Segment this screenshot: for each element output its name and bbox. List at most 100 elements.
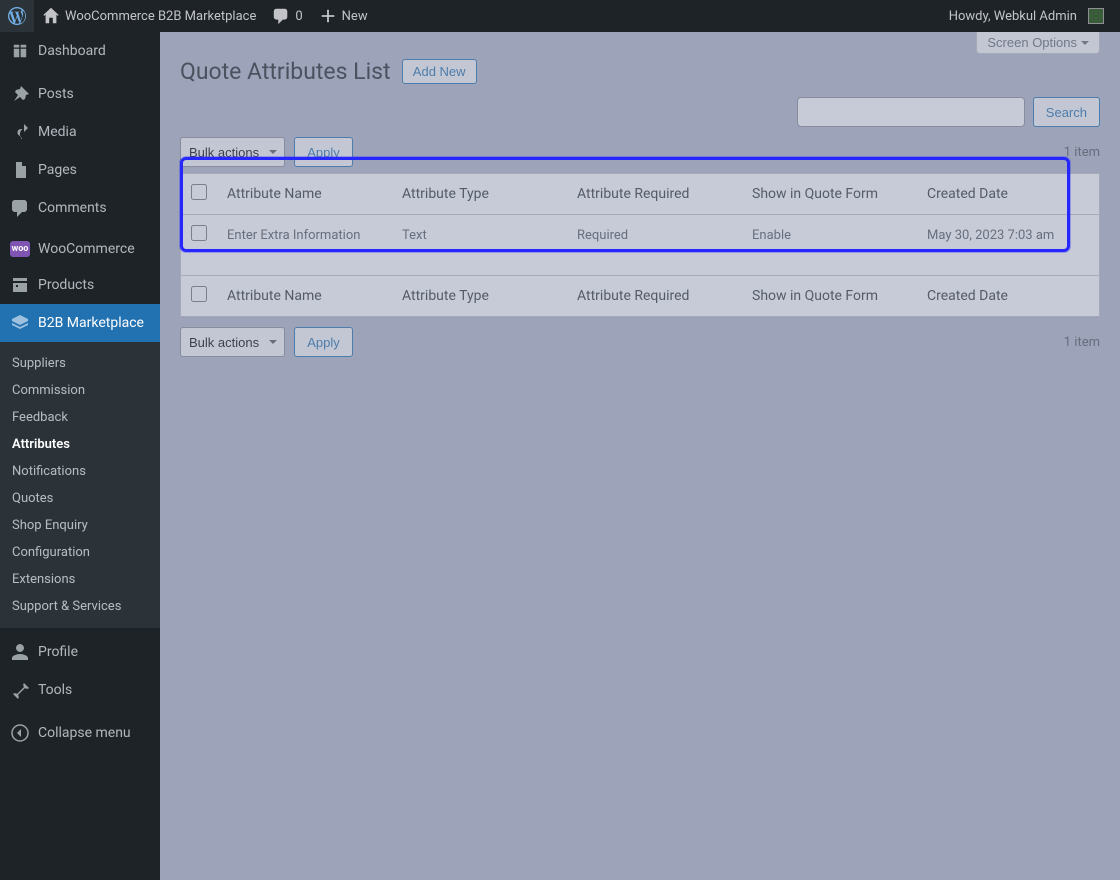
col-header-created[interactable]: Created Date [917, 174, 1099, 215]
menu-label: Products [38, 277, 94, 293]
my-account[interactable]: Howdy, Webkul Admin [941, 0, 1112, 32]
submenu-quotes[interactable]: Quotes [0, 485, 160, 512]
menu-pages[interactable]: Pages [0, 151, 160, 189]
home-icon [42, 7, 60, 25]
comments-count: 0 [295, 9, 302, 24]
apply-button-top[interactable]: Apply [294, 137, 353, 167]
col-footer-required[interactable]: Attribute Required [567, 275, 742, 316]
menu-profile[interactable]: Profile [0, 633, 160, 671]
submenu-attributes[interactable]: Attributes [0, 431, 160, 458]
admin-menu: Dashboard Posts Media Pages Comments woo… [0, 32, 160, 880]
search-button[interactable]: Search [1033, 97, 1100, 127]
menu-label: Pages [38, 162, 77, 178]
comments-link[interactable]: 0 [264, 0, 310, 32]
col-header-name[interactable]: Attribute Name [217, 174, 392, 215]
col-footer-show[interactable]: Show in Quote Form [742, 275, 917, 316]
submenu-extensions[interactable]: Extensions [0, 566, 160, 593]
menu-dashboard[interactable]: Dashboard [0, 32, 160, 70]
cell-name[interactable]: Enter Extra Information [217, 215, 392, 255]
submenu-suppliers[interactable]: Suppliers [0, 350, 160, 377]
cell-created: May 30, 2023 7:03 am [917, 215, 1099, 255]
submenu-shop-enquiry[interactable]: Shop Enquiry [0, 512, 160, 539]
submenu-b2b: Suppliers Commission Feedback Attributes… [0, 342, 160, 628]
menu-products[interactable]: Products [0, 266, 160, 304]
attributes-table: Attribute Name Attribute Type Attribute … [180, 173, 1100, 317]
site-name-label: WooCommerce B2B Marketplace [65, 9, 256, 24]
tablenav-top: Bulk actions Apply 1 item [180, 137, 1100, 167]
screen-options-button[interactable]: Screen Options [976, 32, 1100, 54]
col-header-required[interactable]: Attribute Required [567, 174, 742, 215]
page-title: Quote Attributes List [180, 58, 391, 85]
collapse-button[interactable]: Collapse menu [0, 714, 160, 752]
admin-bar: WooCommerce B2B Marketplace 0 New Howdy,… [0, 0, 1120, 32]
menu-label: WooCommerce [38, 241, 135, 257]
cell-type: Text [392, 215, 567, 255]
cell-required: Required [567, 215, 742, 255]
bulk-actions-select-bottom[interactable]: Bulk actions [180, 327, 285, 357]
pin-icon [10, 84, 30, 104]
menu-comments[interactable]: Comments [0, 189, 160, 227]
avatar [1088, 8, 1104, 24]
search-input[interactable] [797, 97, 1025, 127]
col-footer-name[interactable]: Attribute Name [217, 275, 392, 316]
admin-bar-right: Howdy, Webkul Admin [941, 0, 1112, 32]
select-all-top[interactable] [191, 184, 207, 200]
table-row-spacer [181, 255, 1099, 275]
menu-b2b-marketplace[interactable]: B2B Marketplace [0, 304, 160, 342]
menu-label: B2B Marketplace [38, 315, 144, 331]
bulk-actions-select-top[interactable]: Bulk actions [180, 137, 285, 167]
search-row: Search [180, 97, 1100, 127]
wordpress-icon [8, 7, 26, 25]
dashboard-icon [10, 41, 30, 61]
woo-icon: woo [10, 241, 30, 257]
menu-label: Comments [38, 200, 107, 216]
submenu-support[interactable]: Support & Services [0, 593, 160, 620]
submenu-configuration[interactable]: Configuration [0, 539, 160, 566]
screen-options-wrap: Screen Options [976, 32, 1100, 54]
menu-posts[interactable]: Posts [0, 75, 160, 113]
table-row: Enter Extra Information Text Required En… [181, 215, 1099, 255]
collapse-icon [10, 723, 30, 743]
menu-label: Media [38, 124, 77, 140]
item-count-bottom: 1 item [1064, 335, 1100, 350]
admin-bar-left: WooCommerce B2B Marketplace 0 New [0, 0, 376, 32]
submenu-feedback[interactable]: Feedback [0, 404, 160, 431]
wp-logo[interactable] [0, 0, 34, 32]
tablenav-bottom: Bulk actions Apply 1 item [180, 327, 1100, 357]
profile-icon [10, 642, 30, 662]
apply-button-bottom[interactable]: Apply [294, 327, 353, 357]
tools-icon [10, 680, 30, 700]
new-link[interactable]: New [311, 0, 376, 32]
menu-label: Posts [38, 86, 74, 102]
submenu-notifications[interactable]: Notifications [0, 458, 160, 485]
menu-label: Tools [38, 682, 72, 698]
screen-options-label: Screen Options [987, 35, 1077, 50]
menu-label: Collapse menu [38, 725, 131, 741]
plus-icon [319, 7, 337, 25]
cell-show: Enable [742, 215, 917, 255]
row-checkbox[interactable] [191, 225, 207, 241]
comment-icon [272, 7, 290, 25]
menu-media[interactable]: Media [0, 113, 160, 151]
item-count-top: 1 item [1064, 145, 1100, 160]
products-icon [10, 275, 30, 295]
site-link[interactable]: WooCommerce B2B Marketplace [34, 0, 264, 32]
caret-down-icon [1081, 41, 1089, 49]
col-footer-type[interactable]: Attribute Type [392, 275, 567, 316]
new-label: New [342, 9, 368, 24]
submenu-commission[interactable]: Commission [0, 377, 160, 404]
menu-label: Profile [38, 644, 78, 660]
b2b-icon [10, 313, 30, 333]
comments-icon [10, 198, 30, 218]
col-footer-created[interactable]: Created Date [917, 275, 1099, 316]
menu-woocommerce[interactable]: woo WooCommerce [0, 232, 160, 266]
select-all-bottom[interactable] [191, 286, 207, 302]
col-header-type[interactable]: Attribute Type [392, 174, 567, 215]
col-header-show[interactable]: Show in Quote Form [742, 174, 917, 215]
pages-icon [10, 160, 30, 180]
howdy-label: Howdy, Webkul Admin [949, 9, 1077, 24]
menu-label: Dashboard [38, 43, 106, 59]
main-content: Screen Options Quote Attributes List Add… [160, 32, 1120, 880]
add-new-button[interactable]: Add New [402, 59, 477, 84]
menu-tools[interactable]: Tools [0, 671, 160, 709]
